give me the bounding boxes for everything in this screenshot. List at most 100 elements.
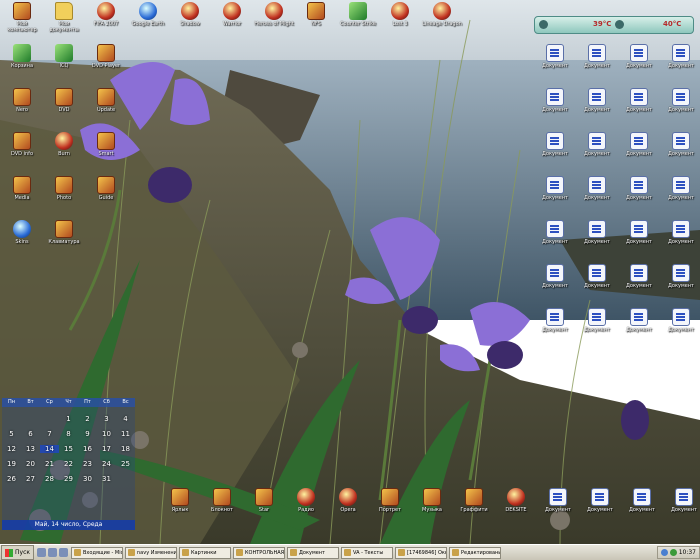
desktop-shortcut[interactable]: Музыка [412,488,452,513]
network-icon[interactable] [660,549,668,556]
desktop-shortcut[interactable]: Guide [86,176,126,201]
desktop-shortcut[interactable]: Граффити [454,488,494,513]
document-shortcut[interactable]: Документ [661,220,700,245]
calendar-day[interactable]: 10 [97,430,116,438]
calendar-day[interactable]: 27 [21,475,40,483]
calendar-day[interactable]: 5 [2,430,21,438]
calendar-day[interactable]: 13 [21,445,40,453]
desktop-shortcut[interactable]: DVD Player [86,44,126,69]
desktop-shortcut[interactable]: DVD info [2,132,42,157]
document-shortcut[interactable]: Документ [619,308,659,333]
taskbar-task-button[interactable]: VA - Тексты [341,546,393,559]
desktop-shortcut[interactable]: Burn [44,132,84,157]
document-shortcut[interactable]: Документ [577,308,617,333]
document-shortcut[interactable]: Документ [619,176,659,201]
desktop-shortcut[interactable]: Блокнот [202,488,242,513]
calendar-day[interactable]: 31 [97,475,116,483]
calendar-day[interactable]: 24 [97,460,116,468]
desktop-shortcut[interactable]: Update [86,88,126,113]
desktop-shortcut[interactable]: Google Earth [128,2,168,27]
calendar-day[interactable]: 7 [40,430,59,438]
calendar-day[interactable]: 8 [59,430,78,438]
taskbar-task-button[interactable]: [17469846] Окно [395,546,447,559]
document-shortcut[interactable]: Документ [661,44,700,69]
document-shortcut[interactable]: Документ [577,88,617,113]
document-shortcut[interactable]: Документ [577,44,617,69]
calendar-gadget[interactable]: Пн Вт Ср Чт Пт Сб Вс 1 2 3 4 5 6 7 8 9 10 11 12 13 14 15 16 17… [2,398,135,530]
desktop-shortcut[interactable]: Star [244,488,284,513]
calendar-day[interactable]: 22 [59,460,78,468]
calendar-day[interactable]: 30 [78,475,97,483]
calendar-day[interactable]: 18 [116,445,135,453]
document-shortcut[interactable]: Документ [619,220,659,245]
document-shortcut[interactable]: Документ [577,264,617,289]
desktop-shortcut[interactable]: Корзина [2,44,42,69]
document-shortcut[interactable]: Документ [577,220,617,245]
calendar-day[interactable]: 28 [40,475,59,483]
calendar-day[interactable]: 15 [59,445,78,453]
desktop-shortcut[interactable]: Ярлык [160,488,200,513]
calendar-day[interactable]: 25 [116,460,135,468]
clock[interactable]: 10:37 [679,549,696,556]
calendar-day[interactable]: 26 [2,475,21,483]
desktop-shortcut[interactable]: Heroes of Might [254,2,294,27]
document-shortcut[interactable]: Документ [535,264,575,289]
calendar-day[interactable]: 29 [59,475,78,483]
desktop-shortcut[interactable]: NFS [296,2,336,27]
desktop-shortcut[interactable]: ICQ [44,44,84,69]
desktop-shortcut[interactable]: Nero [2,88,42,113]
desktop-shortcut[interactable]: Lineage Dragon [422,2,462,27]
document-shortcut[interactable]: Документ [661,176,700,201]
desktop-shortcut[interactable]: Портрет [370,488,410,513]
document-shortcut[interactable]: Документ [535,132,575,157]
taskbar-task-button[interactable]: navy Изменения Blog [125,546,177,559]
document-shortcut[interactable]: Документ [619,132,659,157]
document-shortcut[interactable]: Документ [661,308,700,333]
desktop-shortcut[interactable]: Warrior [212,2,252,27]
calendar-day[interactable]: 3 [97,415,116,423]
desktop-shortcut[interactable]: Photo [44,176,84,201]
document-shortcut[interactable]: Документ [619,44,659,69]
taskbar-task-button[interactable]: Картинки [179,546,231,559]
document-shortcut[interactable]: Документ [577,132,617,157]
desktop-shortcut[interactable]: Мои документы [44,2,84,33]
quick-launch-icon[interactable] [48,548,57,557]
calendar-day[interactable]: 9 [78,430,97,438]
desktop-shortcut[interactable]: Media [2,176,42,201]
desktop-shortcut[interactable]: Документ [622,488,662,513]
calendar-day[interactable]: 6 [21,430,40,438]
desktop-shortcut[interactable]: Shadow [170,2,210,27]
desktop-shortcut[interactable]: Мой компьютер [2,2,42,33]
quick-launch-icon[interactable] [59,548,68,557]
desktop-shortcut[interactable]: DVD [44,88,84,113]
calendar-day[interactable]: 17 [97,445,116,453]
start-button[interactable]: Пуск [1,545,34,560]
desktop-shortcut[interactable]: Документ [538,488,578,513]
weather-gadget[interactable]: 39°C 40°C [534,16,694,34]
calendar-day[interactable]: 20 [21,460,40,468]
document-shortcut[interactable]: Документ [661,264,700,289]
quick-launch-icon[interactable] [37,548,46,557]
calendar-day[interactable]: 14 [40,445,59,453]
calendar-day[interactable]: 16 [78,445,97,453]
document-shortcut[interactable]: Документ [535,44,575,69]
document-shortcut[interactable]: Документ [661,88,700,113]
document-shortcut[interactable]: Документ [661,132,700,157]
calendar-day[interactable]: 21 [40,460,59,468]
desktop-shortcut[interactable]: Smart [86,132,126,157]
document-shortcut[interactable]: Документ [577,176,617,201]
calendar-day[interactable]: 11 [116,430,135,438]
document-shortcut[interactable]: Документ [535,308,575,333]
calendar-day[interactable]: 1 [59,415,78,423]
taskbar-task-button[interactable]: Входящие - Microsoft [71,546,123,559]
volume-icon[interactable] [669,549,677,556]
calendar-day[interactable]: 12 [2,445,21,453]
document-shortcut[interactable]: Документ [619,88,659,113]
calendar-day[interactable]: 2 [78,415,97,423]
calendar-day[interactable]: 4 [116,415,135,423]
taskbar-task-button[interactable]: Документ [287,546,339,559]
document-shortcut[interactable]: Документ [535,220,575,245]
desktop-shortcut[interactable]: Counter Strike [338,2,378,27]
desktop-shortcut[interactable]: DEKSITE [496,488,536,513]
desktop-shortcut[interactable]: Skins [2,220,42,245]
